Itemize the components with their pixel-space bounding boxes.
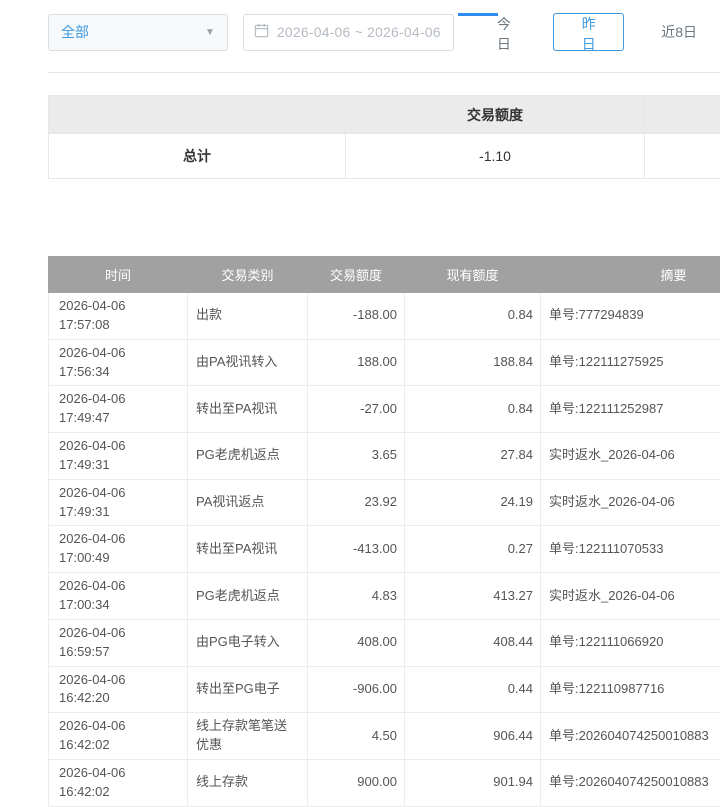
cell-amount: -188.00	[308, 293, 405, 340]
summary-header-amount: 交易额度	[346, 96, 645, 134]
cell-type: PA视讯返点	[188, 479, 308, 526]
header-amount: 交易额度	[308, 257, 405, 293]
summary-header-row: 交易额度	[49, 96, 720, 134]
category-select[interactable]: 全部 ▼	[48, 14, 228, 51]
cell-balance: 413.27	[405, 573, 541, 620]
cell-type: 线上存款笔笔送优惠	[188, 713, 308, 760]
cell-balance: 0.44	[405, 666, 541, 713]
cell-type: 由PA视讯转入	[188, 339, 308, 386]
today-button[interactable]: 今日	[468, 13, 539, 51]
summary-total-value: -1.10	[346, 134, 645, 179]
cell-amount: 3.65	[308, 433, 405, 480]
cell-time: 2026-04-06 17:00:34	[49, 573, 188, 620]
category-select-value: 全部	[61, 22, 89, 42]
calendar-icon	[254, 23, 269, 41]
table-row: 2026-04-06 16:42:02 线上存款笔笔送优惠 4.50 906.4…	[49, 713, 720, 760]
table-row: 2026-04-06 17:49:31 PA视讯返点 23.92 24.19 实…	[49, 479, 720, 526]
cell-memo: 单号:122111275925	[541, 339, 720, 386]
cell-amount: 23.92	[308, 479, 405, 526]
cell-balance: 901.94	[405, 759, 541, 806]
transactions-table: 时间 交易类别 交易额度 现有额度 摘要 2026-04-06 17:57:08…	[48, 256, 720, 807]
table-row: 2026-04-06 17:57:08 出款 -188.00 0.84 单号:7…	[49, 293, 720, 340]
cell-time: 2026-04-06 16:59:57	[49, 619, 188, 666]
table-row: 2026-04-06 17:49:31 PG老虎机返点 3.65 27.84 实…	[49, 433, 720, 480]
yesterday-button[interactable]: 昨日	[553, 13, 624, 51]
cell-type: 转出至PA视讯	[188, 386, 308, 433]
table-row: 2026-04-06 17:49:47 转出至PA视讯 -27.00 0.84 …	[49, 386, 720, 433]
cell-amount: -27.00	[308, 386, 405, 433]
cell-type: PG老虎机返点	[188, 573, 308, 620]
cell-memo: 单号:122111066920	[541, 619, 720, 666]
cell-amount: -413.00	[308, 526, 405, 573]
cell-memo: 单号:122111252987	[541, 386, 720, 433]
summary-total-label: 总计	[49, 134, 346, 179]
cell-type: PG老虎机返点	[188, 433, 308, 480]
header-time: 时间	[49, 257, 188, 293]
cell-balance: 27.84	[405, 433, 541, 480]
active-tab-indicator	[458, 13, 498, 16]
cell-balance: 408.44	[405, 619, 541, 666]
table-row: 2026-04-06 17:00:49 转出至PA视讯 -413.00 0.27…	[49, 526, 720, 573]
cell-amount: 4.83	[308, 573, 405, 620]
cell-type: 由PG电子转入	[188, 619, 308, 666]
last-8-days-button[interactable]: 近8日	[638, 13, 720, 51]
header-memo: 摘要	[541, 257, 720, 293]
header-balance: 现有额度	[405, 257, 541, 293]
cell-balance: 0.27	[405, 526, 541, 573]
cell-memo: 实时返水_2026-04-06	[541, 479, 720, 526]
table-row: 2026-04-06 16:42:20 转出至PG电子 -906.00 0.44…	[49, 666, 720, 713]
cell-amount: 900.00	[308, 759, 405, 806]
divider	[48, 72, 720, 73]
cell-amount: 408.00	[308, 619, 405, 666]
summary-total-empty	[645, 134, 720, 179]
cell-time: 2026-04-06 17:49:31	[49, 479, 188, 526]
cell-type: 出款	[188, 293, 308, 340]
cell-memo: 实时返水_2026-04-06	[541, 573, 720, 620]
cell-balance: 0.84	[405, 293, 541, 340]
table-row: 2026-04-06 16:42:02 线上存款 900.00 901.94 单…	[49, 759, 720, 806]
cell-balance: 188.84	[405, 339, 541, 386]
filter-bar: 全部 ▼ 2026-04-06 ~ 2026-04-06 今日 昨日 近8日	[48, 13, 720, 51]
cell-balance: 906.44	[405, 713, 541, 760]
cell-time: 2026-04-06 17:56:34	[49, 339, 188, 386]
cell-balance: 24.19	[405, 479, 541, 526]
summary-header-empty	[49, 96, 346, 134]
cell-time: 2026-04-06 17:57:08	[49, 293, 188, 340]
table-row: 2026-04-06 17:56:34 由PA视讯转入 188.00 188.8…	[49, 339, 720, 386]
cell-type: 转出至PG电子	[188, 666, 308, 713]
cell-amount: -906.00	[308, 666, 405, 713]
summary-table: 交易额度 总计 -1.10	[48, 95, 720, 179]
cell-memo: 单号:122111070533	[541, 526, 720, 573]
cell-memo: 单号:122110987716	[541, 666, 720, 713]
cell-time: 2026-04-06 17:49:31	[49, 433, 188, 480]
chevron-down-icon: ▼	[205, 27, 215, 38]
cell-time: 2026-04-06 16:42:02	[49, 713, 188, 760]
date-range-value: 2026-04-06 ~ 2026-04-06	[277, 24, 441, 40]
cell-memo: 单号:202604074250010883	[541, 713, 720, 760]
table-header-row: 时间 交易类别 交易额度 现有额度 摘要	[49, 257, 720, 293]
summary-header-empty-2	[645, 96, 720, 134]
cell-time: 2026-04-06 16:42:02	[49, 759, 188, 806]
cell-amount: 4.50	[308, 713, 405, 760]
cell-type: 线上存款	[188, 759, 308, 806]
header-type: 交易类别	[188, 257, 308, 293]
table-row: 2026-04-06 17:00:34 PG老虎机返点 4.83 413.27 …	[49, 573, 720, 620]
cell-type: 转出至PA视讯	[188, 526, 308, 573]
cell-memo: 实时返水_2026-04-06	[541, 433, 720, 480]
date-range-input[interactable]: 2026-04-06 ~ 2026-04-06	[243, 14, 454, 51]
summary-total-row: 总计 -1.10	[49, 134, 720, 179]
cell-time: 2026-04-06 17:49:47	[49, 386, 188, 433]
cell-memo: 单号:777294839	[541, 293, 720, 340]
cell-balance: 0.84	[405, 386, 541, 433]
cell-memo: 单号:202604074250010883	[541, 759, 720, 806]
cell-time: 2026-04-06 16:42:20	[49, 666, 188, 713]
cell-time: 2026-04-06 17:00:49	[49, 526, 188, 573]
table-row: 2026-04-06 16:59:57 由PG电子转入 408.00 408.4…	[49, 619, 720, 666]
cell-amount: 188.00	[308, 339, 405, 386]
